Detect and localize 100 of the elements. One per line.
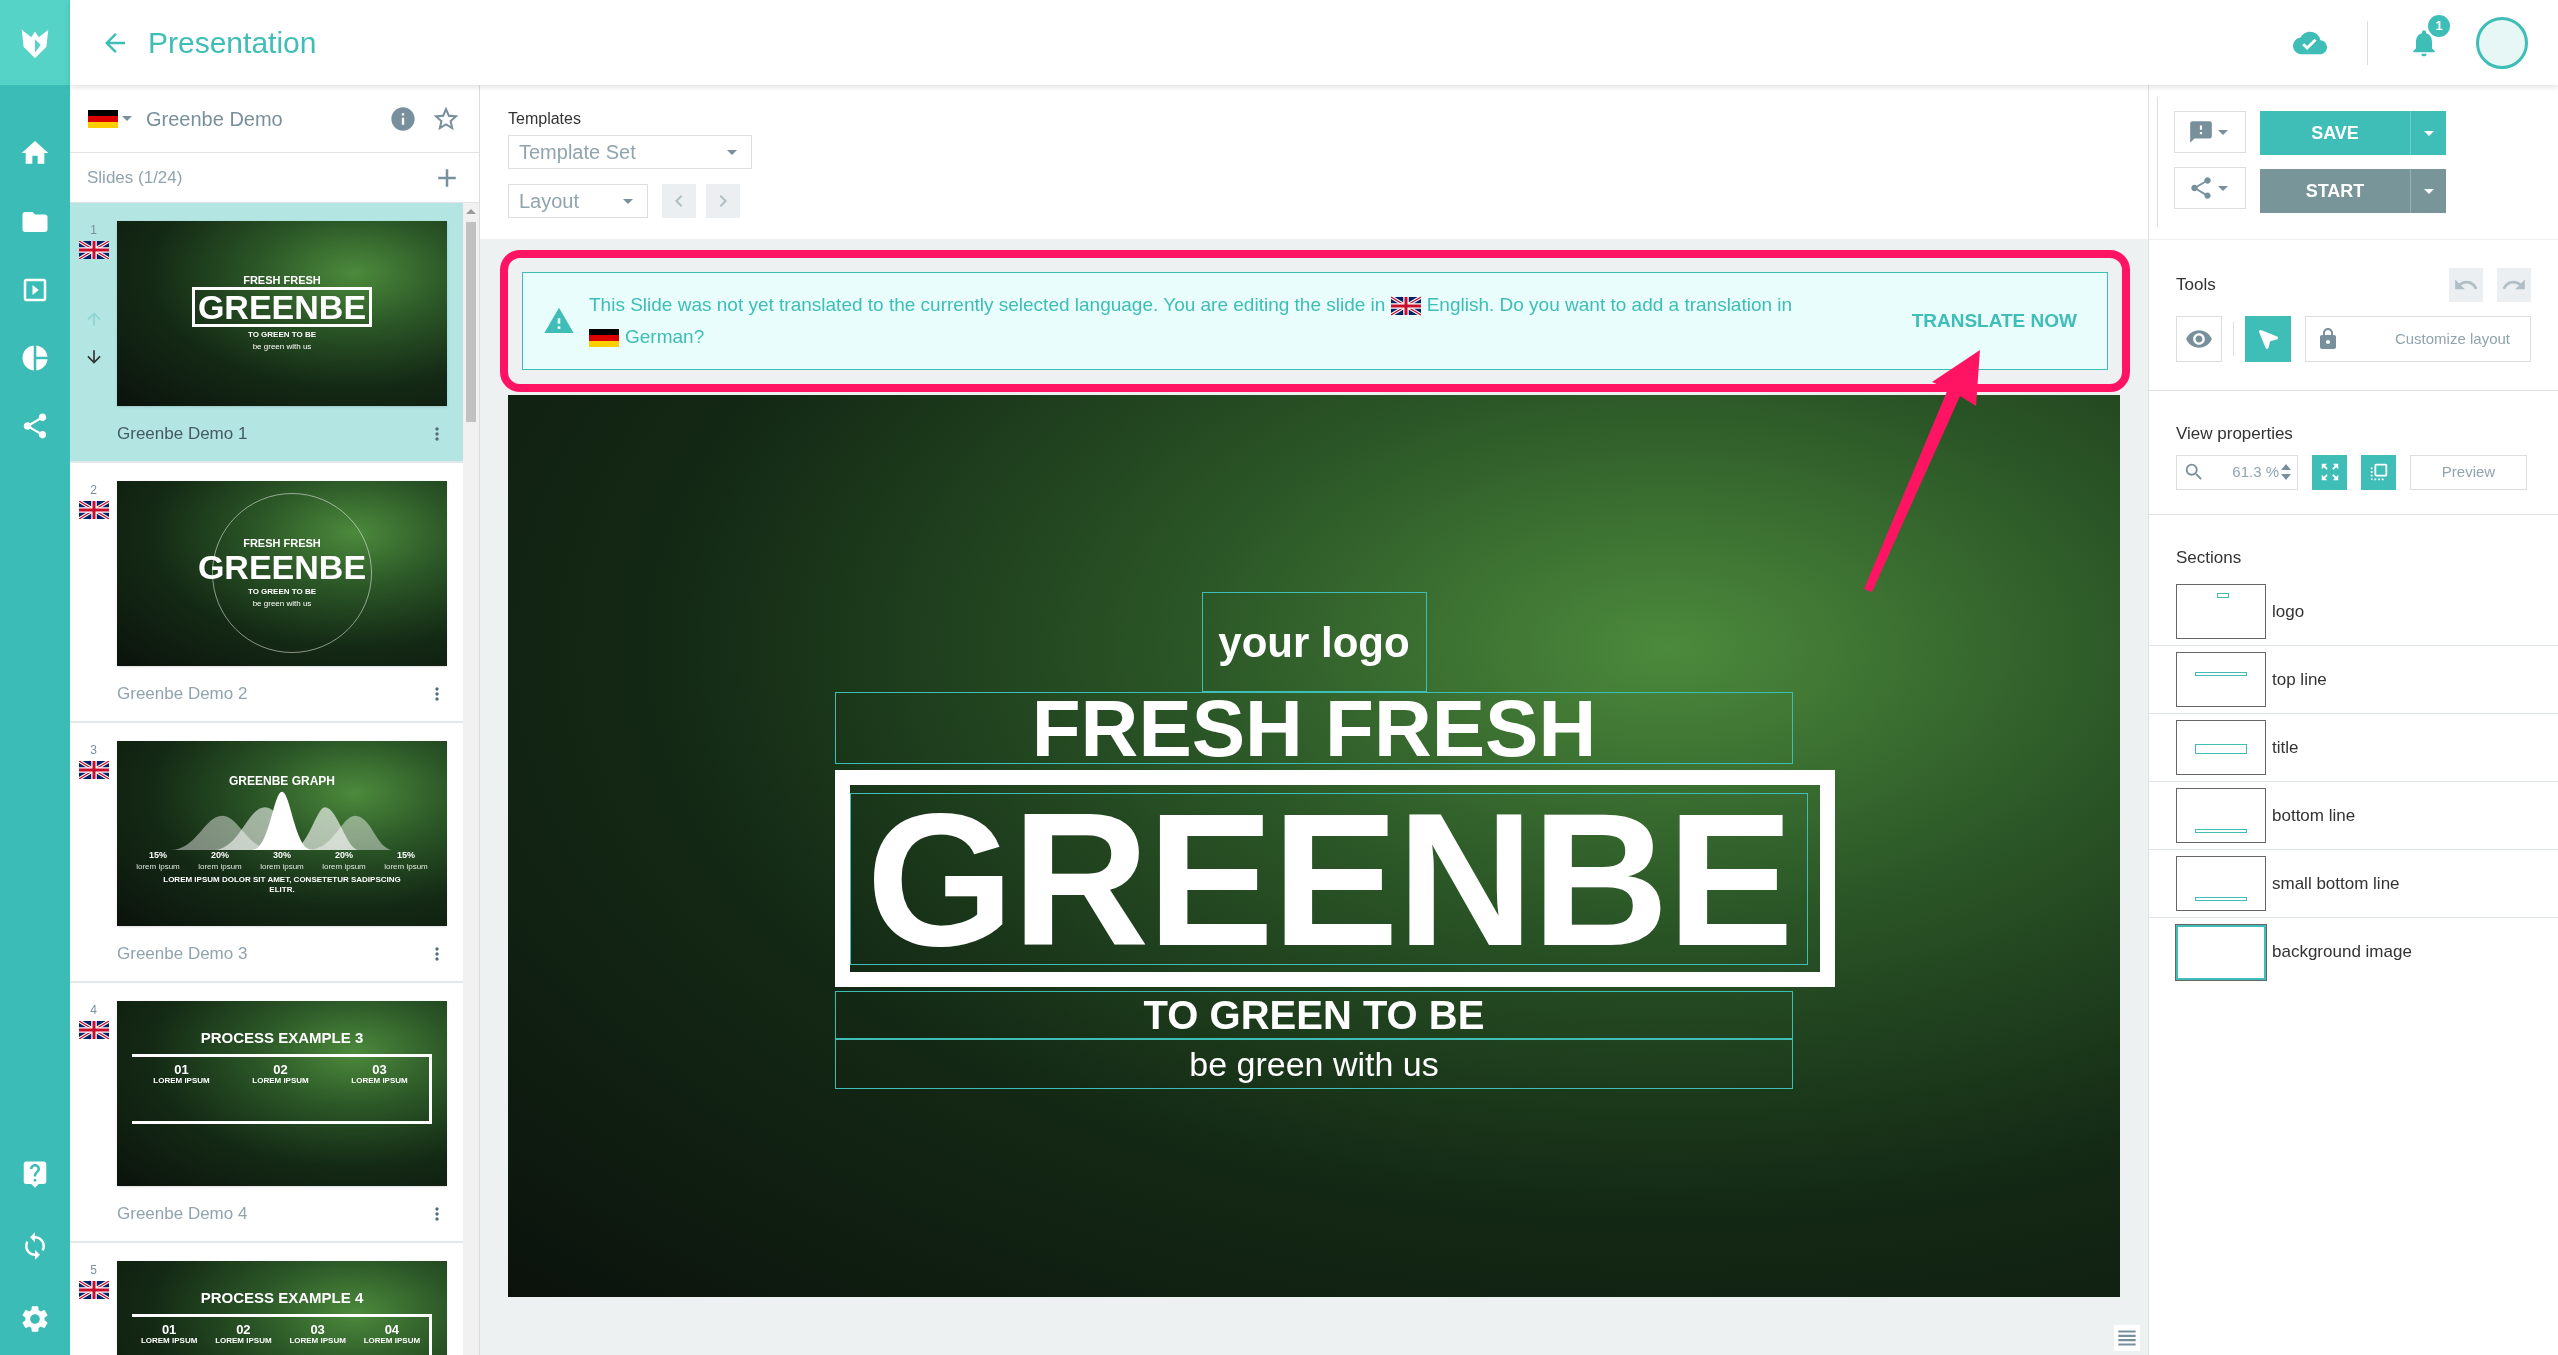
step-label: LOREM IPSUM — [215, 1335, 272, 1346]
view-mode-button[interactable] — [2176, 316, 2222, 362]
percent-value: 15% — [149, 850, 167, 862]
notice-text: This Slide was not yet translated to the currently selected language. You are editing the slide in — [589, 294, 1387, 315]
step-number: 03 — [372, 1062, 387, 1076]
flag-icon — [589, 328, 619, 348]
step-label: LOREM IPSUM — [351, 1075, 408, 1086]
bring-to-front-button[interactable] — [2361, 454, 2396, 490]
thumbnail-title: PROCESS EXAMPLE 3 — [200, 1028, 364, 1048]
feedback-button[interactable] — [2174, 111, 2246, 153]
section-item[interactable]: top line — [2149, 646, 2558, 714]
step-number: 01 — [174, 1062, 189, 1076]
flag-icon — [78, 761, 109, 779]
pie-chart-icon[interactable] — [20, 343, 50, 373]
flag-icon — [78, 1021, 109, 1039]
flag-icon — [78, 241, 109, 259]
section-indicator — [2195, 744, 2247, 754]
section-indicator — [2195, 672, 2247, 676]
section-label: bottom line — [2272, 804, 2356, 827]
slide-title: Greenbe Demo 3 — [117, 942, 248, 965]
caret-icon — [2218, 185, 2228, 191]
section-indicator — [2217, 593, 2229, 598]
section-label: small bottom line — [2272, 872, 2400, 895]
heading-section[interactable]: FRESH FRESH — [835, 692, 1793, 764]
section-item[interactable]: small bottom line — [2149, 850, 2558, 918]
search-icon — [2183, 461, 2205, 483]
thumbnail-tagline: be green with us — [252, 598, 312, 611]
slide-number: 2 — [90, 482, 97, 499]
view-properties-label: View properties — [2176, 424, 2293, 443]
slide-title: Greenbe Demo 2 — [117, 682, 248, 705]
thumbnail-caption: LOREM IPSUM DOLOR SIT AMET, CONSETETUR SADIPSCING ELITR. — [162, 874, 402, 895]
caret-icon — [2423, 130, 2434, 136]
slide-number: 1 — [90, 222, 97, 239]
page-title: Presentation — [148, 25, 317, 61]
thumbnail-title: GREENBE — [197, 548, 367, 587]
share-button[interactable] — [2174, 167, 2246, 209]
zoom-value: 61.3 % — [2232, 461, 2279, 482]
section-item[interactable]: background image — [2149, 918, 2558, 986]
sections-label: Sections — [2176, 547, 2242, 567]
thumbnail-heading: FRESH FRESH — [243, 536, 321, 551]
thumbnail-title: GREENBE GRAPH — [229, 773, 335, 791]
notice-text: German? — [625, 326, 705, 347]
spinner-icon[interactable] — [2281, 464, 2291, 480]
section-label: top line — [2272, 668, 2327, 691]
step-number: 01 — [161, 1322, 177, 1336]
tagline-section[interactable]: be green with us — [835, 1039, 1793, 1089]
fit-to-screen-button[interactable] — [2312, 454, 2347, 490]
section-item[interactable]: logo — [2149, 578, 2558, 646]
caret-icon — [122, 116, 132, 121]
notice-text: English. Do you want to add a translation in — [1426, 294, 1793, 315]
section-item[interactable]: bottom line — [2149, 782, 2558, 850]
cursor-icon — [2256, 327, 2280, 351]
section-label: logo — [2272, 600, 2305, 623]
slide-number: 3 — [90, 742, 97, 759]
notification-badge: 1 — [2426, 12, 2452, 39]
thumbnail-title: GREENBE — [197, 288, 367, 327]
percent-label: lorem ipsum — [136, 861, 180, 872]
section-label: title — [2272, 736, 2299, 759]
slide-list-item[interactable]: 1 FRESH FRESH GREENBE TO GREEN TO BE be green with us Greenbe Demo 1 — [70, 203, 463, 463]
thumbnail-subtitle: TO GREEN TO BE — [247, 586, 317, 599]
section-indicator — [2195, 897, 2247, 901]
slide-title: Greenbe Demo 1 — [117, 422, 248, 445]
step-number: 04 — [384, 1322, 400, 1336]
section-item[interactable]: title — [2149, 714, 2558, 782]
step-number: 02 — [236, 1322, 251, 1336]
percent-label: lorem ipsum — [260, 861, 304, 872]
flag-icon — [88, 109, 118, 128]
panel-toggle-icon[interactable] — [2114, 1325, 2140, 1351]
flag-icon — [78, 1281, 109, 1299]
save-options-button[interactable] — [2410, 111, 2446, 155]
step-label: LOREM IPSUM — [153, 1075, 210, 1086]
caret-icon — [623, 198, 633, 204]
thumbnail-tagline: be green with us — [252, 341, 312, 354]
step-number: 03 — [310, 1322, 325, 1336]
slide-number: 5 — [90, 1262, 97, 1279]
percent-label: lorem ipsum — [384, 861, 428, 872]
select-value: Layout — [519, 189, 580, 214]
percent-value: 20% — [211, 850, 229, 862]
scrollbar[interactable] — [463, 203, 479, 1355]
tools-label: Tools — [2176, 274, 2216, 297]
caret-icon — [727, 149, 737, 155]
select-mode-button[interactable] — [2245, 316, 2291, 362]
thumbnail-title: PROCESS EXAMPLE 4 — [200, 1288, 364, 1308]
slide-number: 4 — [90, 1002, 97, 1019]
percent-value: 30% — [273, 850, 291, 862]
avatar-icon[interactable] — [2476, 16, 2528, 69]
step-label: LOREM IPSUM — [363, 1335, 421, 1346]
percent-label: lorem ipsum — [198, 861, 242, 872]
step-label: LOREM IPSUM — [140, 1335, 198, 1346]
select-value: Template Set — [519, 140, 636, 165]
info-icon[interactable] — [389, 104, 417, 133]
start-options-button[interactable] — [2410, 169, 2446, 213]
logo-section[interactable]: your logo — [1201, 592, 1427, 692]
subtitle-section[interactable]: TO GREEN TO BE — [835, 991, 1793, 1039]
share-icon — [2188, 175, 2214, 201]
step-label: LOREM IPSUM — [289, 1335, 346, 1346]
title-section[interactable]: GREENBE — [850, 792, 1808, 965]
percent-value: 15% — [397, 850, 415, 862]
flag-icon — [1390, 296, 1421, 316]
section-indicator — [2195, 829, 2247, 833]
